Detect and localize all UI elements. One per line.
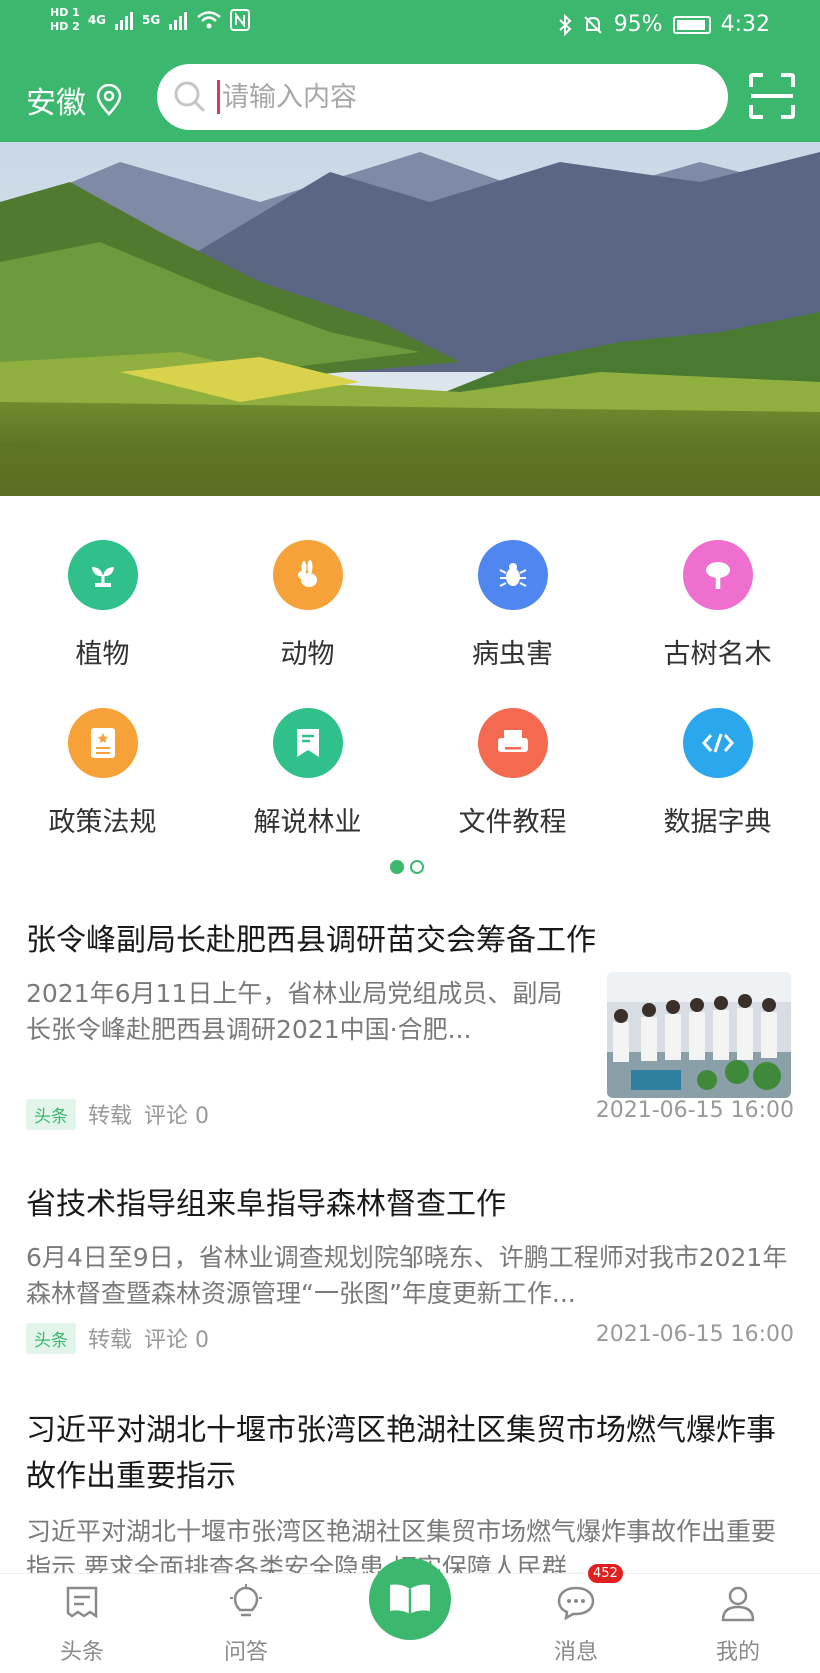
search-input[interactable] bbox=[222, 81, 692, 113]
bug-icon bbox=[477, 540, 548, 610]
category-file-tutorials[interactable]: 文件教程 bbox=[410, 708, 615, 839]
category-plants[interactable]: 植物 bbox=[0, 540, 205, 671]
tab-messages[interactable]: 消息 bbox=[516, 1584, 636, 1666]
clock: 4:32 bbox=[720, 12, 770, 37]
news-title: 习近平对湖北十堰市张湾区艳湖社区集贸市场燃气爆炸事故作出重要指示 bbox=[26, 1413, 776, 1494]
landscape-banner-image bbox=[0, 142, 820, 496]
headline-tag: 头条 bbox=[26, 1098, 76, 1130]
category-label: 植物 bbox=[75, 639, 130, 670]
tab-label: 问答 bbox=[223, 1640, 268, 1665]
mute-bell-icon bbox=[583, 15, 602, 34]
location-selector[interactable]: 安徽 bbox=[26, 78, 122, 122]
category-label: 文件教程 bbox=[458, 807, 567, 838]
bottom-navigation: 头条 问答 消息 452 我的 bbox=[0, 1558, 820, 1673]
signal2-label: 5G bbox=[142, 13, 161, 27]
category-label: 古树名木 bbox=[663, 639, 772, 670]
signal1-label: 4G bbox=[87, 13, 107, 27]
category-pests[interactable]: 病虫害 bbox=[410, 540, 615, 671]
tab-qa[interactable]: 问答 bbox=[186, 1584, 306, 1666]
code-icon bbox=[682, 708, 753, 778]
category-label: 病虫害 bbox=[472, 639, 553, 670]
tab-label: 我的 bbox=[715, 1640, 760, 1665]
category-forestry-guide[interactable]: 解说林业 bbox=[205, 708, 410, 839]
user-icon bbox=[721, 1586, 755, 1622]
category-animals[interactable]: 动物 bbox=[205, 540, 410, 671]
bookmark-icon bbox=[272, 708, 343, 778]
hd2-label: HD 2 bbox=[50, 20, 80, 33]
source-label: 转载 bbox=[88, 1104, 133, 1129]
publish-date: 2021-06-15 16:00 bbox=[595, 1098, 794, 1123]
search-icon bbox=[174, 81, 206, 113]
tree-icon bbox=[682, 540, 753, 610]
wifi-icon bbox=[197, 11, 222, 29]
lightbulb-icon bbox=[230, 1584, 262, 1617]
tab-headlines[interactable]: 头条 bbox=[22, 1584, 142, 1666]
printer-icon bbox=[477, 708, 548, 778]
comment-count[interactable]: 评论 0 bbox=[144, 1098, 209, 1130]
news-thumbnail[interactable] bbox=[607, 972, 791, 1098]
tab-profile[interactable]: 我的 bbox=[678, 1584, 798, 1666]
category-label: 动物 bbox=[280, 639, 335, 670]
page-dot-active[interactable] bbox=[390, 860, 404, 874]
search-bar[interactable] bbox=[157, 64, 728, 130]
location-label: 安徽 bbox=[26, 86, 86, 121]
hd1-label: HD 1 bbox=[50, 6, 80, 19]
news-item[interactable]: 省技术指导组来阜指导森林督查工作 6月4日至9日，省林业调查规划院邹晓东、许鹏工… bbox=[0, 1182, 820, 1312]
news-photo-image bbox=[607, 972, 791, 1098]
category-label: 政策法规 bbox=[48, 807, 157, 838]
status-bar: HD 1 HD 2 4G 5G 95% 4:32 bbox=[0, 0, 820, 52]
news-icon bbox=[66, 1586, 98, 1619]
text-caret bbox=[217, 80, 220, 114]
tab-label: 头条 bbox=[59, 1640, 104, 1665]
category-data-dictionary[interactable]: 数据字典 bbox=[615, 708, 820, 839]
news-summary: 6月4日至9日，省林业调查规划院邹晓东、许鹏工程师对我市2021年森林督查暨森林… bbox=[26, 1243, 788, 1308]
center-book-button[interactable] bbox=[369, 1558, 451, 1640]
bluetooth-icon bbox=[559, 13, 572, 36]
category-ancient-trees[interactable]: 古树名木 bbox=[615, 540, 820, 671]
news-summary: 2021年6月11日上午，省林业局党组成员、副局长张令峰赴肥西县调研2021中国… bbox=[26, 979, 563, 1044]
nfc-icon bbox=[230, 9, 251, 31]
comment-count[interactable]: 评论 0 bbox=[144, 1322, 209, 1354]
source-label: 转载 bbox=[88, 1328, 133, 1353]
tab-label: 消息 bbox=[553, 1640, 598, 1665]
category-label: 解说林业 bbox=[253, 807, 362, 838]
banner-carousel[interactable] bbox=[0, 142, 820, 496]
category-policies[interactable]: 政策法规 bbox=[0, 708, 205, 839]
news-meta: 头条 转载 评论 0 bbox=[26, 1322, 209, 1354]
rabbit-icon bbox=[272, 540, 343, 610]
open-book-icon bbox=[390, 1584, 430, 1614]
publish-date: 2021-06-15 16:00 bbox=[595, 1322, 794, 1347]
scan-icon[interactable] bbox=[748, 72, 796, 120]
seedling-icon bbox=[67, 540, 138, 610]
location-pin-icon bbox=[96, 84, 122, 116]
battery-percent: 95% bbox=[613, 12, 663, 37]
page-indicator bbox=[390, 860, 424, 874]
news-meta: 头条 转载 评论 0 bbox=[26, 1098, 209, 1130]
news-title: 张令峰副局长赴肥西县调研苗交会筹备工作 bbox=[26, 923, 596, 958]
category-label: 数据字典 bbox=[663, 807, 772, 838]
app-header: HD 1 HD 2 4G 5G 95% 4:32 安徽 bbox=[0, 0, 820, 142]
document-star-icon bbox=[67, 708, 138, 778]
signal-icon bbox=[169, 12, 188, 30]
signal-icon bbox=[115, 12, 134, 30]
sim-indicators: HD 1 HD 2 bbox=[50, 6, 80, 34]
message-badge: 452 bbox=[586, 1562, 625, 1585]
battery-icon bbox=[672, 15, 711, 34]
page-dot[interactable] bbox=[410, 860, 424, 874]
news-title: 省技术指导组来阜指导森林督查工作 bbox=[26, 1187, 506, 1222]
headline-tag: 头条 bbox=[26, 1322, 76, 1354]
chat-bubble-icon bbox=[557, 1586, 595, 1621]
